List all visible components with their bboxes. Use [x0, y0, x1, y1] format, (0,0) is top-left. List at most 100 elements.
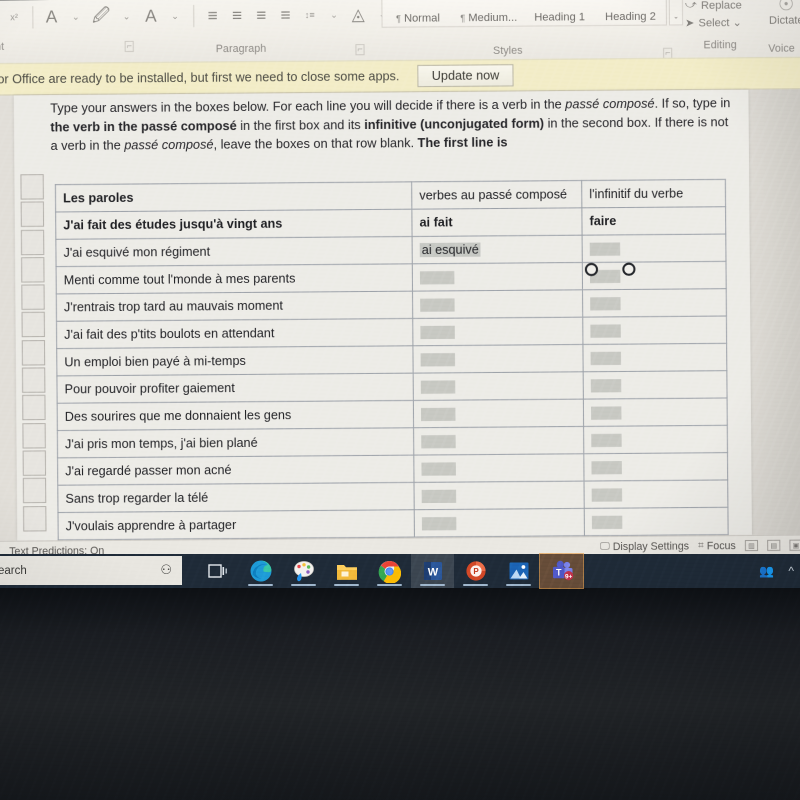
row-select-box[interactable] [21, 312, 45, 338]
infinitive-input-cell[interactable] [583, 452, 728, 482]
style-medium[interactable]: ¶ Medium... [453, 11, 524, 26]
filled-form-field[interactable]: ai fait [419, 215, 452, 229]
align-center-icon[interactable]: ≡ [226, 0, 249, 31]
infinitive-input-cell[interactable] [582, 234, 726, 263]
filled-form-field[interactable]: ai esquivé [419, 242, 481, 258]
style-heading-1[interactable]: Heading 1 [524, 11, 595, 26]
infinitive-input-cell[interactable]: faire [581, 206, 726, 236]
style-heading-2[interactable]: Heading 2 [595, 10, 666, 25]
font-dialog-launcher[interactable]: ⌐ [124, 40, 135, 53]
shading-icon[interactable]: ◬ [347, 0, 370, 30]
empty-form-field[interactable] [590, 379, 622, 393]
row-select-box[interactable] [23, 505, 47, 532]
passe-compose-input-cell[interactable]: ai fait [411, 207, 583, 237]
update-now-button[interactable]: Update now [417, 64, 514, 88]
empty-form-field[interactable] [421, 462, 456, 476]
focus-button[interactable]: ⌗ Focus [698, 540, 736, 552]
passe-compose-input-cell[interactable] [413, 426, 584, 456]
passe-compose-input-cell[interactable] [414, 508, 585, 538]
google-chrome-icon[interactable] [368, 554, 411, 588]
show-hidden-icons-chevron[interactable]: ^ [788, 564, 794, 578]
infinitive-input-cell[interactable] [583, 370, 728, 400]
row-select-box[interactable] [22, 422, 46, 449]
passe-compose-input-cell[interactable] [412, 289, 583, 319]
row-select-box[interactable] [21, 284, 45, 311]
align-right-icon[interactable]: ≡ [250, 0, 273, 31]
selection-handle-end[interactable] [622, 262, 636, 276]
replace-button[interactable]: ⤻ Replace [685, 0, 762, 14]
empty-form-field[interactable] [590, 324, 621, 338]
empty-form-field[interactable] [420, 353, 456, 367]
font-color-chevron-icon[interactable]: ⌄ [164, 1, 187, 32]
cortana-microphone-icon[interactable]: ⚇ [160, 562, 172, 578]
empty-form-field[interactable] [420, 298, 455, 312]
empty-form-field[interactable] [589, 242, 621, 256]
display-settings-button[interactable]: 🖵 Display Settings [600, 540, 689, 553]
read-mode-icon[interactable]: ▥ [744, 539, 759, 552]
photos-icon[interactable] [497, 554, 540, 588]
empty-form-field[interactable] [421, 517, 457, 531]
infinitive-input-cell[interactable] [582, 343, 727, 372]
styles-scroll-up-icon[interactable]: ⌃ [673, 0, 679, 3]
text-effects-chevron-icon[interactable]: ⌄ [65, 2, 88, 33]
passe-compose-input-cell[interactable] [412, 317, 583, 346]
task-view-icon[interactable] [196, 554, 239, 588]
empty-form-field[interactable] [421, 489, 457, 504]
row-select-box[interactable] [22, 450, 47, 476]
empty-form-field[interactable] [591, 433, 622, 448]
passe-compose-input-cell[interactable] [412, 344, 584, 374]
row-select-box[interactable] [21, 367, 46, 393]
paint-3d-icon[interactable] [282, 554, 325, 588]
empty-form-field[interactable] [420, 325, 455, 340]
styles-gallery-scroll[interactable]: ⌃ ⌄ [668, 0, 684, 26]
infinitive-input-cell[interactable] [583, 397, 728, 427]
filled-form-field[interactable]: faire [589, 214, 616, 228]
microphone-icon[interactable]: ☉ [766, 0, 800, 15]
line-spacing-icon[interactable]: ↕≡ [299, 0, 322, 30]
empty-form-field[interactable] [591, 488, 623, 502]
passe-compose-input-cell[interactable] [413, 371, 584, 401]
empty-form-field[interactable] [419, 271, 455, 285]
file-explorer-icon[interactable] [325, 554, 368, 588]
passe-compose-input-cell[interactable] [412, 262, 583, 292]
empty-form-field[interactable] [590, 351, 622, 366]
empty-form-field[interactable] [591, 461, 622, 475]
text-highlight-color-icon[interactable]: 🖉 [89, 2, 114, 33]
styles-gallery[interactable]: ¶ Normal ¶ Medium... Heading 1 Heading 2 [381, 0, 667, 28]
style-normal[interactable]: ¶ Normal [382, 12, 453, 27]
empty-form-field[interactable] [421, 435, 456, 449]
microsoft-teams-icon[interactable]: T 9+ [539, 553, 584, 589]
web-layout-icon[interactable]: ▣ [789, 539, 800, 551]
infinitive-input-cell[interactable] [582, 288, 727, 318]
infinitive-input-cell[interactable] [583, 425, 728, 454]
row-select-box[interactable] [22, 477, 47, 504]
highlight-chevron-icon[interactable]: ⌄ [115, 1, 138, 32]
empty-form-field[interactable] [591, 406, 622, 420]
passe-compose-input-cell[interactable] [413, 453, 585, 483]
row-select-box[interactable] [20, 201, 45, 228]
row-select-box[interactable] [21, 256, 45, 283]
microsoft-word-icon[interactable]: W [411, 554, 454, 588]
empty-form-field[interactable] [420, 407, 456, 422]
empty-form-field[interactable] [590, 297, 621, 311]
line-spacing-chevron-icon[interactable]: ⌄ [323, 0, 346, 30]
passe-compose-input-cell[interactable] [413, 399, 584, 428]
infinitive-input-cell[interactable] [584, 507, 729, 536]
text-effects-icon[interactable]: A [40, 2, 63, 33]
row-select-box[interactable] [20, 229, 45, 255]
font-color-icon[interactable]: A [140, 1, 163, 32]
superscript-icon[interactable]: x² [3, 2, 26, 33]
print-layout-icon[interactable]: ▤ [767, 539, 781, 551]
empty-form-field[interactable] [591, 515, 623, 530]
row-select-box[interactable] [20, 174, 44, 200]
passe-compose-input-cell[interactable] [413, 481, 585, 510]
row-select-box[interactable] [21, 339, 46, 366]
passe-compose-input-cell[interactable]: ai esquivé [412, 235, 583, 264]
dictate-label[interactable]: Dictate [766, 14, 800, 26]
taskbar-search-box[interactable]: earch ⚇ [0, 556, 182, 585]
microsoft-edge-icon[interactable] [239, 554, 282, 588]
infinitive-input-cell[interactable] [582, 316, 727, 345]
infinitive-input-cell[interactable] [584, 479, 728, 509]
justify-icon[interactable]: ≡ [274, 0, 297, 31]
align-left-icon[interactable]: ≡ [201, 1, 224, 32]
